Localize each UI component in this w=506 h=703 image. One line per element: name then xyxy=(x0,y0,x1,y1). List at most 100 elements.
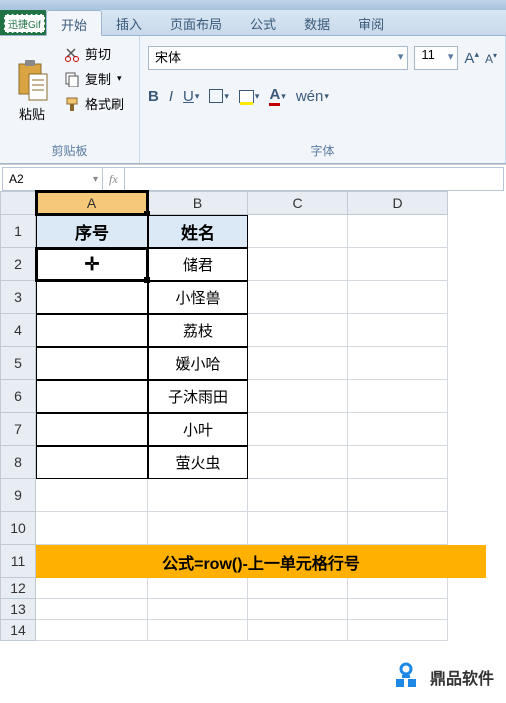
cell[interactable]: 小叶 xyxy=(148,413,248,446)
font-size-select[interactable]: 11 xyxy=(414,46,458,70)
cell[interactable] xyxy=(36,599,148,620)
shrink-font-button[interactable]: A▾ xyxy=(485,51,497,66)
row-header[interactable]: 11 xyxy=(0,545,36,578)
cell[interactable] xyxy=(348,599,448,620)
cursor-icon: ✛ xyxy=(84,254,99,275)
tab-formula[interactable]: 公式 xyxy=(236,10,290,35)
row-header[interactable]: 3 xyxy=(0,281,36,314)
cell[interactable] xyxy=(248,479,348,512)
cell[interactable] xyxy=(248,380,348,413)
cell[interactable] xyxy=(348,281,448,314)
cell[interactable] xyxy=(348,512,448,545)
font-name-select[interactable]: 宋体 xyxy=(148,46,408,70)
cell[interactable] xyxy=(148,479,248,512)
paste-label: 粘贴 xyxy=(19,104,45,123)
row-header[interactable]: 13 xyxy=(0,599,36,620)
cell[interactable] xyxy=(36,347,148,380)
file-tab[interactable]: 迅捷Gif 文件 xyxy=(0,10,46,35)
row-header[interactable]: 14 xyxy=(0,620,36,641)
clipboard-group-title: 剪贴板 xyxy=(6,140,133,161)
row-header[interactable]: 5 xyxy=(0,347,36,380)
col-header[interactable]: A xyxy=(36,191,148,215)
cell[interactable] xyxy=(148,578,248,599)
border-button[interactable]: ▾ xyxy=(209,89,229,103)
cell[interactable] xyxy=(248,248,348,281)
cell[interactable] xyxy=(36,380,148,413)
row-header[interactable]: 9 xyxy=(0,479,36,512)
cell[interactable] xyxy=(248,512,348,545)
font-color-button[interactable]: A▾ xyxy=(269,86,285,106)
col-header[interactable]: D xyxy=(348,191,448,215)
row-header[interactable]: 4 xyxy=(0,314,36,347)
cell[interactable] xyxy=(348,479,448,512)
cell[interactable] xyxy=(36,512,148,545)
fx-icon[interactable]: fx xyxy=(109,172,118,187)
formula-banner: 公式=row()-上一单元格行号 xyxy=(36,545,486,578)
row-header[interactable]: 1 xyxy=(0,215,36,248)
cell[interactable]: 姓名 xyxy=(148,215,248,248)
cell[interactable] xyxy=(248,599,348,620)
cell[interactable] xyxy=(248,281,348,314)
row-header[interactable]: 12 xyxy=(0,578,36,599)
phonetic-button[interactable]: wén▾ xyxy=(296,88,329,105)
fill-color-button[interactable]: ▾ xyxy=(239,90,260,103)
formula-bar[interactable] xyxy=(125,168,503,190)
cell[interactable] xyxy=(36,446,148,479)
cell[interactable] xyxy=(348,413,448,446)
grow-font-button[interactable]: A▴ xyxy=(464,49,479,67)
cut-button[interactable]: 剪切 xyxy=(64,44,124,63)
row-header[interactable]: 7 xyxy=(0,413,36,446)
cell[interactable] xyxy=(348,215,448,248)
bold-button[interactable]: B xyxy=(148,88,159,105)
cell[interactable] xyxy=(36,620,148,641)
cell[interactable] xyxy=(248,413,348,446)
name-box[interactable]: A2 xyxy=(3,168,103,190)
cell[interactable] xyxy=(348,248,448,281)
cell[interactable]: 萤火虫 xyxy=(148,446,248,479)
cell[interactable]: 序号 xyxy=(36,215,148,248)
copy-button[interactable]: 复制▾ xyxy=(64,69,124,88)
cell[interactable] xyxy=(36,314,148,347)
cell[interactable] xyxy=(348,314,448,347)
underline-button[interactable]: U▾ xyxy=(183,88,199,105)
tab-layout[interactable]: 页面布局 xyxy=(156,10,236,35)
row-header[interactable]: 8 xyxy=(0,446,36,479)
cell[interactable] xyxy=(248,446,348,479)
italic-button[interactable]: I xyxy=(169,88,173,105)
cell[interactable] xyxy=(348,347,448,380)
cell[interactable] xyxy=(36,281,148,314)
cell[interactable] xyxy=(248,314,348,347)
cell[interactable]: 子沐雨田 xyxy=(148,380,248,413)
col-header[interactable]: B xyxy=(148,191,248,215)
paste-button[interactable]: 粘贴 xyxy=(6,40,58,140)
cell[interactable] xyxy=(348,380,448,413)
cell-selected[interactable]: ✛ xyxy=(36,248,148,281)
tab-review[interactable]: 审阅 xyxy=(344,10,398,35)
row-header[interactable]: 10 xyxy=(0,512,36,545)
cell[interactable]: 荔枝 xyxy=(148,314,248,347)
cell[interactable] xyxy=(36,413,148,446)
cell[interactable] xyxy=(36,479,148,512)
cell[interactable]: 储君 xyxy=(148,248,248,281)
cell[interactable] xyxy=(148,512,248,545)
row-header[interactable]: 2 xyxy=(0,248,36,281)
select-all-corner[interactable] xyxy=(0,191,36,215)
cell[interactable] xyxy=(248,578,348,599)
tab-data[interactable]: 数据 xyxy=(290,10,344,35)
format-painter-button[interactable]: 格式刷 xyxy=(64,94,124,113)
cell[interactable] xyxy=(348,446,448,479)
cell[interactable] xyxy=(248,620,348,641)
cell[interactable]: 小怪兽 xyxy=(148,281,248,314)
cell[interactable] xyxy=(36,578,148,599)
cell[interactable] xyxy=(348,578,448,599)
cell[interactable] xyxy=(248,215,348,248)
cell[interactable] xyxy=(248,347,348,380)
tab-home[interactable]: 开始 xyxy=(46,10,102,36)
cell[interactable] xyxy=(148,620,248,641)
cell[interactable]: 媛小哈 xyxy=(148,347,248,380)
cell[interactable] xyxy=(348,620,448,641)
row-header[interactable]: 6 xyxy=(0,380,36,413)
col-header[interactable]: C xyxy=(248,191,348,215)
tab-insert[interactable]: 插入 xyxy=(102,10,156,35)
cell[interactable] xyxy=(148,599,248,620)
